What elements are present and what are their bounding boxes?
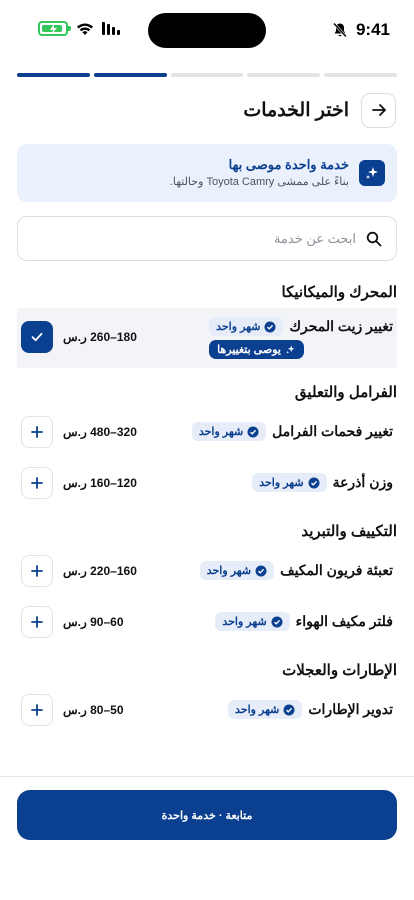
status-indicators [38, 21, 122, 36]
search-icon [366, 231, 382, 246]
recommended-badge: يوصى بتغييرها [209, 340, 304, 359]
recommendation-banner: خدمة واحدة موصى بها بناءً على ممشى Toyot… [17, 144, 397, 202]
progress-step [324, 73, 397, 77]
progress-step [247, 73, 321, 77]
footer-divider [0, 776, 414, 777]
banner-title: خدمة واحدة موصى بها [228, 157, 349, 172]
verified-icon [283, 704, 295, 715]
service-row-tire-rotation[interactable]: تدوير الإطارات شهر واحد 50–80 ر.س [17, 692, 397, 728]
plus-icon [31, 477, 43, 489]
add-button[interactable] [21, 694, 53, 726]
status-time-area: 9:41 [332, 20, 390, 40]
step-progress [17, 73, 397, 77]
verified-icon [308, 477, 320, 488]
duration-label: شهر واحد [216, 321, 261, 333]
service-row-wheel-alignment[interactable]: وزن أذرعة شهر واحد 120–160 ر.س [17, 465, 397, 501]
search-input[interactable] [56, 231, 356, 246]
add-button[interactable] [21, 467, 53, 499]
duration-badge: شهر واحد [215, 612, 290, 631]
progress-step [170, 73, 244, 77]
selected-checkbox[interactable] [21, 321, 53, 353]
signal-icon [102, 22, 120, 35]
service-row-oil-change[interactable]: تغيير زيت المحرك شهر واحد يوصى بتغييرها … [17, 308, 397, 368]
section-title-engine: المحرك والميكانيكا [281, 284, 398, 301]
verified-icon [247, 426, 259, 437]
duration-label: شهر واحد [222, 616, 267, 628]
check-icon [31, 332, 43, 342]
duration-label: شهر واحد [206, 565, 252, 577]
back-button[interactable] [361, 92, 396, 128]
section-title-ac: التكييف والتبريد [301, 523, 397, 540]
add-button[interactable] [21, 555, 53, 587]
service-price: 60–90 ر.س [63, 615, 124, 629]
clock-time: 9:41 [355, 20, 390, 39]
service-info: فلتر مكيف الهواء شهر واحد [215, 612, 393, 631]
service-price: 50–80 ر.س [63, 703, 124, 717]
service-info: وزن أذرعة شهر واحد [252, 473, 393, 492]
service-price: 320–480 ر.س [63, 425, 137, 439]
duration-badge: شهر واحد [252, 473, 327, 492]
progress-step [93, 73, 167, 77]
service-name: وزن أذرعة [332, 474, 393, 490]
banner-subtitle: بناءً على ممشى Toyota Camry وحالتها. [169, 176, 349, 188]
plus-icon [31, 565, 43, 577]
continue-button[interactable]: متابعة · خدمة واحدة [17, 790, 397, 840]
sparkle-icon [359, 160, 385, 186]
verified-icon [264, 321, 276, 332]
duration-badge: شهر واحد [199, 561, 275, 580]
page-title: اختر الخدمات [243, 99, 349, 121]
service-info: تغيير فحمات الفرامل شهر واحد [191, 422, 393, 441]
duration-badge: شهر واحد [228, 700, 303, 719]
service-name: فلتر مكيف الهواء [295, 613, 393, 629]
duration-badge: شهر واحد [209, 317, 284, 336]
banner-text: خدمة واحدة موصى بها بناءً على ممشى Toyot… [170, 156, 349, 190]
add-button[interactable] [21, 606, 53, 638]
service-row-ac-freon[interactable]: تعبئة فريون المكيف شهر واحد 160–220 ر.س [17, 553, 397, 589]
service-name: تدوير الإطارات [308, 701, 393, 717]
sparkle-icon [286, 345, 295, 354]
plus-icon [31, 426, 43, 438]
duration-label: شهر واحد [259, 477, 304, 489]
service-name: تغيير فحمات الفرامل [272, 423, 393, 439]
status-bar: 9:41 [0, 0, 414, 62]
progress-step [17, 73, 90, 77]
section-title-brakes: الفرامل والتعليق [294, 384, 397, 401]
duration-label: شهر واحد [198, 426, 244, 438]
plus-icon [31, 704, 43, 716]
service-row-brake-pads[interactable]: تغيير فحمات الفرامل شهر واحد 320–480 ر.س [17, 414, 397, 450]
section-title-tires: الإطارات والعجلات [282, 662, 397, 679]
service-price: 180–260 ر.س [63, 330, 137, 344]
bell-muted-icon [333, 22, 347, 38]
service-info: تعبئة فريون المكيف شهر واحد [199, 561, 393, 580]
plus-icon [31, 616, 43, 628]
service-name: تعبئة فريون المكيف [280, 562, 393, 578]
service-price: 120–160 ر.س [63, 476, 137, 490]
service-info: تغيير زيت المحرك شهر واحد يوصى بتغييرها [209, 317, 393, 359]
service-name: تغيير زيت المحرك [289, 318, 393, 334]
arrow-right-icon [371, 104, 386, 116]
recommended-label: يوصى بتغييرها [217, 344, 281, 356]
verified-icon [255, 565, 267, 576]
add-button[interactable] [21, 416, 53, 448]
page-header: اختر الخدمات [18, 92, 396, 128]
service-info: تدوير الإطارات شهر واحد [228, 700, 393, 719]
battery-icon [38, 21, 71, 36]
duration-label: شهر واحد [235, 704, 280, 716]
wifi-icon [77, 23, 93, 35]
service-row-ac-filter[interactable]: فلتر مكيف الهواء شهر واحد 60–90 ر.س [17, 604, 397, 640]
verified-icon [271, 616, 283, 627]
duration-badge: شهر واحد [191, 422, 267, 441]
service-price: 160–220 ر.س [63, 564, 137, 578]
search-box [17, 216, 397, 261]
dynamic-island [148, 13, 266, 48]
